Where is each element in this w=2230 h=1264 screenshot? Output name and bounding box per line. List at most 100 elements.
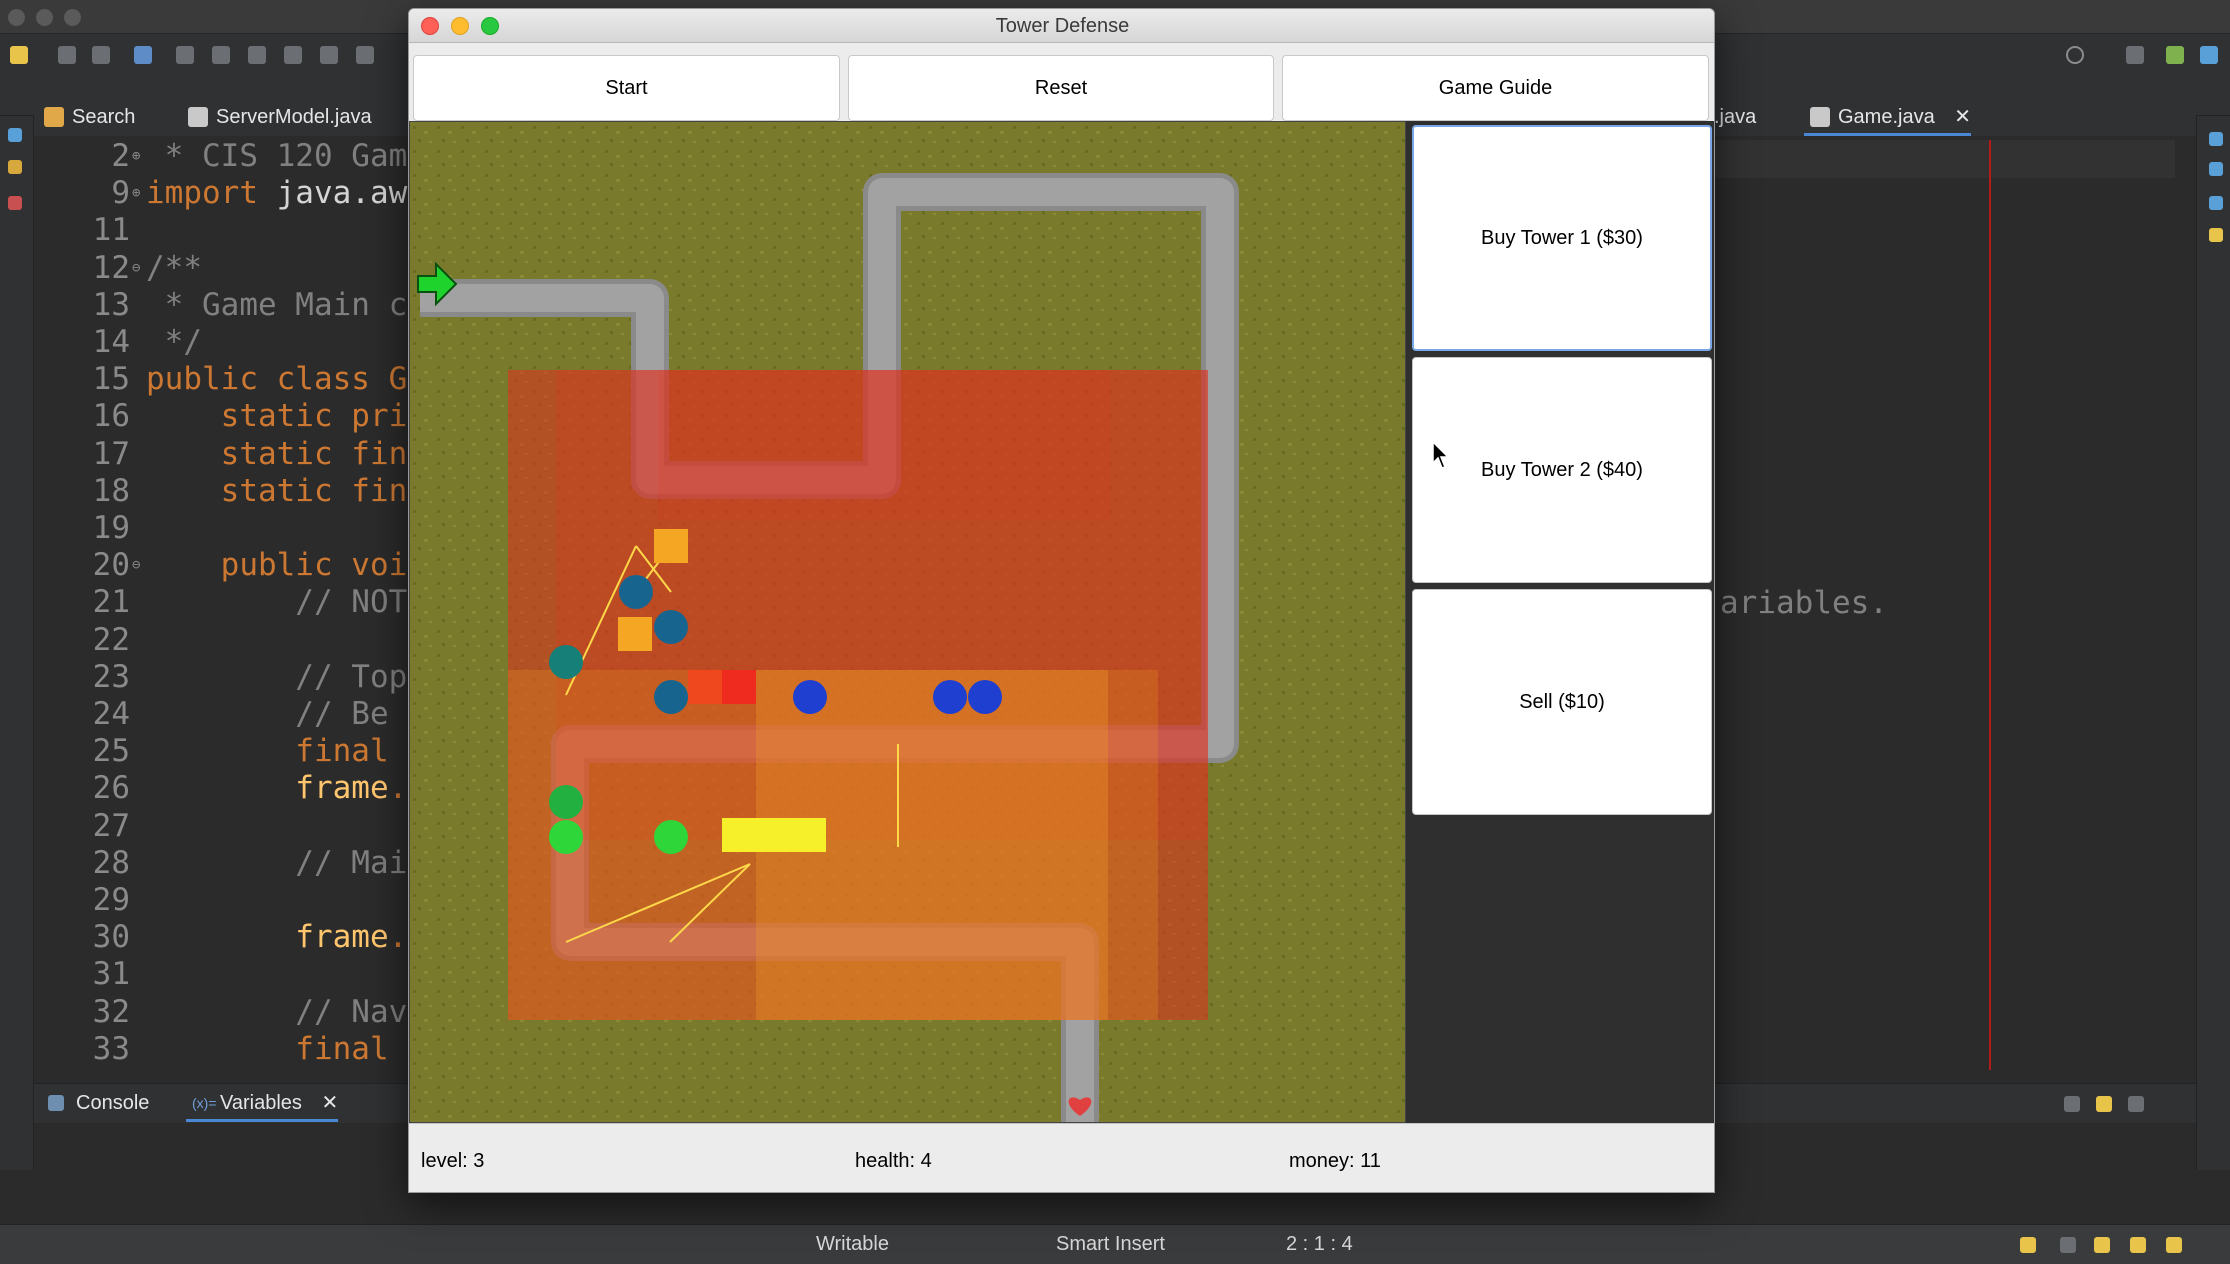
close-icon[interactable]: ✕: [1954, 106, 1971, 128]
breakpoints-view-icon[interactable]: [2209, 162, 2223, 176]
line-number: 14: [92, 324, 130, 360]
mac-zoom-dot[interactable]: [64, 9, 81, 26]
expand-fold-icon[interactable]: ⊕: [132, 138, 140, 175]
expressions-view-icon[interactable]: [2209, 196, 2223, 210]
variables-icon: (x)=: [192, 1095, 217, 1111]
window-title: Tower Defense: [995, 15, 1130, 37]
step-into-icon[interactable]: [320, 46, 338, 64]
line-number: 16: [92, 398, 130, 435]
console-icon: [48, 1095, 64, 1111]
debug-perspective-icon[interactable]: [2200, 46, 2218, 64]
line-number: 18: [92, 472, 130, 509]
code-fragment: ariables.: [1720, 585, 1888, 621]
save-icon[interactable]: [58, 46, 76, 64]
line-number: 30: [92, 919, 130, 956]
open-perspective-icon[interactable]: [2126, 46, 2144, 64]
collapse-fold-icon[interactable]: ⊖: [132, 547, 140, 584]
variables-view-icon[interactable]: [2209, 132, 2223, 146]
code-token: final: [146, 1030, 389, 1067]
buy-tower-1-button[interactable]: Buy Tower 1 ($30): [1412, 125, 1712, 351]
enemy: [793, 680, 827, 714]
tab-variables[interactable]: (x)= Variables ✕: [186, 1084, 339, 1122]
code-text: // Be su: [146, 696, 444, 733]
tower-1[interactable]: [618, 617, 652, 651]
code-token: frame: [146, 770, 389, 807]
start-button[interactable]: Start: [413, 55, 840, 121]
code-token: frame: [146, 919, 389, 956]
game-status-bar: level: 3 health: 4 money: 11: [409, 1123, 1714, 1192]
enemy: [619, 575, 653, 609]
collapse-icon[interactable]: [2096, 1096, 2112, 1112]
step-over-icon[interactable]: [356, 46, 374, 64]
package-explorer-icon[interactable]: [8, 160, 22, 174]
save-all-icon[interactable]: [92, 46, 110, 64]
sell-button[interactable]: Sell ($10): [1412, 589, 1712, 815]
writable-status: Writable: [816, 1233, 889, 1255]
code-text: final Na: [146, 1030, 444, 1068]
sync-icon[interactable]: [2020, 1237, 2036, 1253]
code-text: // NOTE: [146, 584, 426, 621]
tower-1[interactable]: [654, 529, 688, 563]
new-icon[interactable]: [10, 46, 28, 64]
line-number: 9: [111, 175, 130, 212]
mac-close-dot[interactable]: [8, 9, 25, 26]
bulb-icon[interactable]: [2166, 1237, 2182, 1253]
window-title-bar[interactable]: Tower Defense: [409, 9, 1714, 43]
tab-partial-java[interactable]: .java: [1714, 98, 1756, 136]
tower-2[interactable]: [722, 818, 826, 852]
enemy: [549, 820, 583, 854]
code-token: static final: [146, 435, 445, 472]
tower-1[interactable]: [722, 670, 756, 704]
code-text: /**: [146, 250, 202, 287]
buy-tower-2-button[interactable]: Buy Tower 2 ($40): [1412, 357, 1712, 583]
disconnect-icon[interactable]: [284, 46, 302, 64]
java-perspective-icon[interactable]: [2166, 46, 2184, 64]
terminate-icon[interactable]: [248, 46, 266, 64]
expand-fold-icon[interactable]: ⊕: [132, 175, 140, 212]
code-token: * CIS 120 Game: [146, 138, 426, 174]
code-text: * Game Main cla: [146, 287, 445, 324]
code-text: */: [146, 324, 202, 361]
tab-search[interactable]: Search: [38, 98, 135, 136]
collapse-fold-icon[interactable]: ⊖: [132, 250, 140, 287]
line-number: 11: [92, 212, 130, 249]
game-guide-button[interactable]: Game Guide: [1282, 55, 1709, 121]
game-navbar: Start Reset Game Guide: [409, 43, 1714, 125]
game-board-canvas[interactable]: [410, 122, 1406, 1123]
tab-game-java[interactable]: Game.java ✕: [1804, 98, 1972, 136]
close-icon[interactable]: ✕: [321, 1092, 338, 1114]
tower-defense-window: Tower Defense Start Reset Game Guide Buy…: [408, 8, 1715, 1193]
resume-icon[interactable]: [176, 46, 194, 64]
line-number: 24: [92, 696, 130, 732]
debug-icon[interactable]: [134, 46, 152, 64]
line-number: 19: [92, 510, 130, 546]
suspend-icon[interactable]: [212, 46, 230, 64]
settings-icon[interactable]: [2130, 1237, 2146, 1253]
tower-1[interactable]: [688, 670, 722, 704]
game-board[interactable]: [409, 121, 1406, 1123]
enemy: [654, 820, 688, 854]
code-text: * CIS 120 Game: [146, 138, 426, 175]
tab-console[interactable]: Console: [42, 1084, 149, 1122]
book-icon[interactable]: [2060, 1237, 2076, 1253]
outline-icon[interactable]: [8, 128, 22, 142]
code-text: import java.awt.: [146, 175, 445, 212]
print-margin-line: [1989, 140, 1991, 1070]
tip-icon[interactable]: [2094, 1237, 2110, 1253]
junit-icon[interactable]: [8, 196, 22, 210]
tab-servermodel[interactable]: ServerModel.java: [182, 98, 372, 136]
line-number: 33: [92, 1030, 130, 1067]
tasks-view-icon[interactable]: [2209, 228, 2223, 242]
line-number: 22: [92, 621, 130, 658]
search-icon[interactable]: [2066, 46, 2084, 64]
enemy: [968, 680, 1002, 714]
search-tab-icon: [44, 107, 64, 127]
layout-icon[interactable]: [2128, 1096, 2144, 1112]
code-text: public void: [146, 547, 426, 584]
tower-range-area: [658, 370, 1110, 520]
mac-minimize-dot[interactable]: [36, 9, 53, 26]
view-menu-icon[interactable]: [2064, 1096, 2080, 1112]
java-file-icon: [188, 107, 208, 127]
reset-button[interactable]: Reset: [848, 55, 1274, 121]
level-label: level: 3: [421, 1150, 485, 1172]
